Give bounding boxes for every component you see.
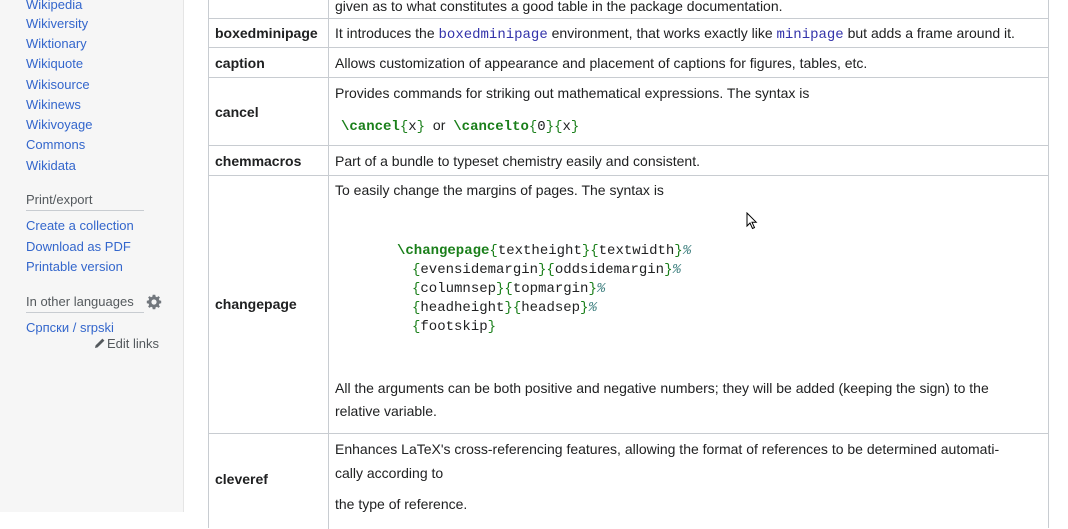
package-name: changepage [215,296,297,312]
table-row: caption Allows customization of appearan… [209,47,1048,78]
row-description: Part of a bundle to typeset chemistry ea… [335,153,700,169]
sidebar: Wikipedia Wikiversity Wiktionary Wikiquo… [0,0,184,512]
sidebar-link-wiktionary[interactable]: Wiktionary [26,36,87,52]
row-description: To easily change the margins of pages. T… [335,182,664,198]
edit-links-link[interactable]: Edit links [94,336,159,352]
create-collection-link[interactable]: Create a collection [26,218,134,234]
download-pdf-link[interactable]: Download as PDF [26,239,131,255]
package-name: cancel [215,104,259,120]
package-table: given as to what constitutes a good tabl… [208,0,1049,529]
pencil-icon [95,338,105,348]
changepage-note-line1: All the arguments can be both positive a… [335,380,989,396]
table-row: chemmacros Part of a bundle to typeset c… [209,145,1048,176]
table-row: cleveref Enhances LaTeX's cross-referenc… [209,433,1048,529]
table-row: boxedminipage It introduces the boxedmin… [209,18,1048,48]
package-name: cleveref [215,471,268,487]
row-description-line2: cally according to [335,465,444,481]
table-row: cancel Provides commands for striking ou… [209,77,1048,146]
row-description: given as to what constitutes a good tabl… [335,0,783,14]
row-description: It introduces the boxedminipage environm… [335,25,1015,43]
package-name: chemmacros [215,153,302,169]
package-name: boxedminipage [215,25,318,41]
row-description-line1: Enhances LaTeX's cross-referencing featu… [335,441,1000,457]
print-export-heading: Print/export [26,192,93,207]
sidebar-link-wikisource[interactable]: Wikisource [26,77,90,93]
printable-version-link[interactable]: Printable version [26,259,123,275]
row-description-line3: the type of reference. [335,496,468,512]
name-cell [209,0,329,18]
languages-heading: In other languages [26,294,134,309]
sidebar-link-wikidata[interactable]: Wikidata [26,158,76,174]
code-minipage: minipage [776,27,844,43]
code-line: {headheight}{headsep}% [412,300,597,316]
code-line: {columnsep}{topmargin}% [412,281,606,297]
row-description: Provides commands for striking out mathe… [335,85,810,101]
cancel-syntax: \cancel{x} or \cancelto{0}{x} [341,117,580,135]
mouse-cursor-icon [746,212,758,230]
code-line: \changepage{textheight}{textwidth}% [397,243,692,259]
code-line: {footskip} [412,319,497,335]
changepage-note-line2: relative variable. [335,403,437,419]
code-boxedminipage: boxedminipage [438,27,548,43]
gear-icon[interactable] [146,294,162,310]
code-line: {evensidemargin}{oddsidemargin}% [412,262,681,278]
language-link-serbian[interactable]: Српски / srpski [26,320,114,336]
sidebar-link-wikivoyage[interactable]: Wikivoyage [26,117,92,133]
edit-links-label: Edit links [107,336,160,351]
sidebar-link-commons[interactable]: Commons [26,137,85,153]
table-row: changepage To easily change the margins … [209,175,1048,434]
sidebar-link-wikinews[interactable]: Wikinews [26,97,81,113]
row-description: Allows customization of appearance and p… [335,55,868,71]
print-export-divider [26,210,144,211]
sidebar-link-wikiversity[interactable]: Wikiversity [26,16,88,32]
sidebar-link-wikipedia[interactable]: Wikipedia [26,0,82,13]
sidebar-link-wikiquote[interactable]: Wikiquote [26,56,83,72]
languages-divider [26,312,144,313]
package-name: caption [215,55,265,71]
table-row: given as to what constitutes a good tabl… [209,0,1048,18]
